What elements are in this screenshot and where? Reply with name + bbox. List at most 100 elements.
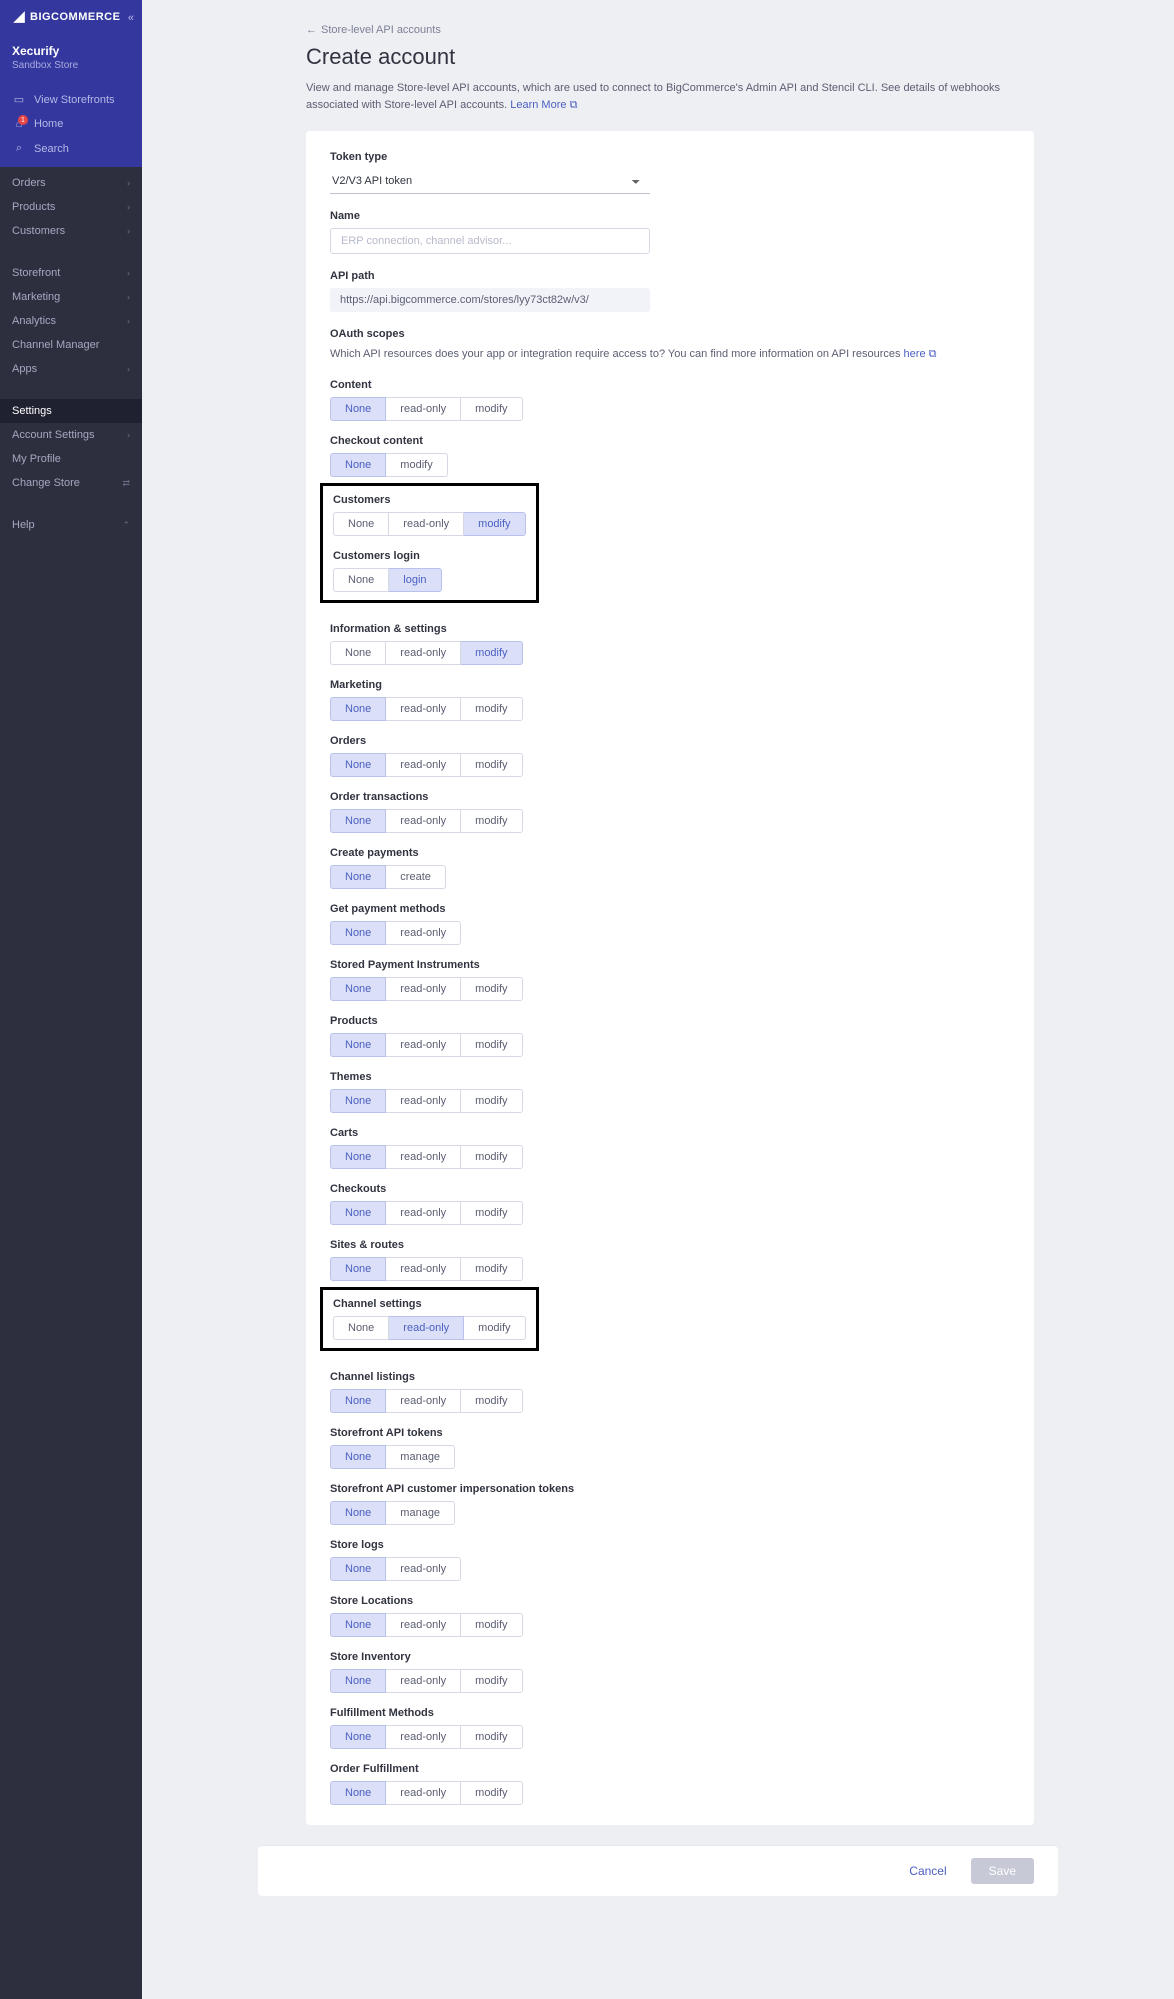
scope-option[interactable]: read-only bbox=[386, 1033, 461, 1057]
scope-option[interactable]: manage bbox=[386, 1501, 455, 1525]
scope-option[interactable]: read-only bbox=[386, 1389, 461, 1413]
search-link[interactable]: ⌕ Search bbox=[0, 136, 142, 161]
chevron-right-icon: › bbox=[127, 268, 130, 278]
nav-change-store[interactable]: Change Store⇄ bbox=[0, 471, 142, 495]
scope-option[interactable]: None bbox=[330, 1557, 386, 1581]
scope-option[interactable]: None bbox=[330, 697, 386, 721]
scope-option[interactable]: modify bbox=[461, 809, 522, 833]
scope-option[interactable]: read-only bbox=[386, 641, 461, 665]
scope-option[interactable]: create bbox=[386, 865, 446, 889]
scope-option[interactable]: read-only bbox=[386, 1669, 461, 1693]
nav-analytics[interactable]: Analytics› bbox=[0, 309, 142, 333]
scope-option[interactable]: read-only bbox=[389, 1316, 464, 1340]
scope-option[interactable]: modify bbox=[461, 1725, 522, 1749]
scope-option[interactable]: modify bbox=[461, 1201, 522, 1225]
scope-option[interactable]: None bbox=[330, 1145, 386, 1169]
scope-option[interactable]: read-only bbox=[386, 809, 461, 833]
scope-option[interactable]: read-only bbox=[386, 1613, 461, 1637]
scope-options: Noneread-onlymodify bbox=[330, 641, 1010, 665]
nav-account-settings[interactable]: Account Settings› bbox=[0, 423, 142, 447]
scope-option[interactable]: modify bbox=[461, 397, 522, 421]
scope-option[interactable]: modify bbox=[461, 697, 522, 721]
nav-orders[interactable]: Orders› bbox=[0, 171, 142, 195]
nav-channel-manager[interactable]: Channel Manager bbox=[0, 333, 142, 357]
learn-more-link[interactable]: Learn More ⧉ bbox=[510, 99, 577, 111]
nav-storefront[interactable]: Storefront› bbox=[0, 261, 142, 285]
scope-option[interactable]: modify bbox=[461, 1257, 522, 1281]
nav-my-profile[interactable]: My Profile bbox=[0, 447, 142, 471]
scope-option[interactable]: modify bbox=[461, 977, 522, 1001]
scope-option[interactable]: read-only bbox=[389, 512, 464, 536]
scope-option[interactable]: None bbox=[333, 512, 389, 536]
scope-option[interactable]: modify bbox=[461, 1089, 522, 1113]
scope-option[interactable]: manage bbox=[386, 1445, 455, 1469]
scope-option[interactable]: read-only bbox=[386, 397, 461, 421]
scope-option[interactable]: None bbox=[330, 1201, 386, 1225]
nav-help[interactable]: Help⌃ bbox=[0, 513, 142, 537]
scope-option[interactable]: modify bbox=[461, 1613, 522, 1637]
scope-option[interactable]: login bbox=[389, 568, 441, 592]
scope-option[interactable]: modify bbox=[461, 1389, 522, 1413]
save-button[interactable]: Save bbox=[971, 1858, 1034, 1884]
scope-option[interactable]: None bbox=[330, 1501, 386, 1525]
scope-option[interactable]: modify bbox=[386, 453, 447, 477]
scope-option[interactable]: modify bbox=[464, 1316, 525, 1340]
store-type: Sandbox Store bbox=[12, 60, 130, 71]
scope-option[interactable]: None bbox=[330, 977, 386, 1001]
scope-option[interactable]: None bbox=[330, 1033, 386, 1057]
scope-group: Sites & routesNoneread-onlymodify bbox=[330, 1239, 1010, 1281]
scope-option[interactable]: None bbox=[333, 568, 389, 592]
scope-option[interactable]: read-only bbox=[386, 1557, 461, 1581]
cancel-button[interactable]: Cancel bbox=[897, 1858, 958, 1884]
scope-option[interactable]: modify bbox=[461, 641, 522, 665]
breadcrumb-back[interactable]: ← Store-level API accounts bbox=[306, 24, 1034, 36]
scope-option[interactable]: None bbox=[330, 1669, 386, 1693]
scope-option[interactable]: None bbox=[333, 1316, 389, 1340]
scope-option[interactable]: read-only bbox=[386, 1257, 461, 1281]
scope-option[interactable]: read-only bbox=[386, 1089, 461, 1113]
nav-apps[interactable]: Apps› bbox=[0, 357, 142, 381]
scope-option[interactable]: read-only bbox=[386, 1725, 461, 1749]
scope-option[interactable]: None bbox=[330, 1389, 386, 1413]
scope-option[interactable]: None bbox=[330, 1725, 386, 1749]
scope-option[interactable]: None bbox=[330, 921, 386, 945]
oauth-here-link[interactable]: here ⧉ bbox=[904, 348, 937, 360]
scope-option[interactable]: None bbox=[330, 641, 386, 665]
scope-option[interactable]: read-only bbox=[386, 1145, 461, 1169]
scope-option[interactable]: None bbox=[330, 1089, 386, 1113]
scope-option[interactable]: read-only bbox=[386, 921, 461, 945]
home-link[interactable]: ⌂ 1 Home bbox=[0, 112, 142, 136]
nav-marketing[interactable]: Marketing› bbox=[0, 285, 142, 309]
scope-title: Store Locations bbox=[330, 1595, 1010, 1607]
scope-option[interactable]: None bbox=[330, 865, 386, 889]
nav-products[interactable]: Products› bbox=[0, 195, 142, 219]
scope-option[interactable]: read-only bbox=[386, 753, 461, 777]
scope-option[interactable]: modify bbox=[461, 1781, 522, 1805]
scope-option[interactable]: modify bbox=[461, 1145, 522, 1169]
scope-option[interactable]: None bbox=[330, 809, 386, 833]
scope-options: Noneread-onlymodify bbox=[330, 1257, 1010, 1281]
scope-option[interactable]: read-only bbox=[386, 1781, 461, 1805]
scope-option[interactable]: read-only bbox=[386, 697, 461, 721]
scope-option[interactable]: None bbox=[330, 1613, 386, 1637]
token-type-select[interactable]: V2/V3 API token bbox=[330, 169, 650, 194]
scope-option[interactable]: None bbox=[330, 753, 386, 777]
scope-option[interactable]: None bbox=[330, 1445, 386, 1469]
scope-option[interactable]: modify bbox=[461, 1033, 522, 1057]
nav-customers[interactable]: Customers› bbox=[0, 219, 142, 243]
scope-option[interactable]: modify bbox=[461, 753, 522, 777]
scope-options: Noneread-onlymodify bbox=[330, 1781, 1010, 1805]
scope-option[interactable]: None bbox=[330, 453, 386, 477]
scope-option[interactable]: read-only bbox=[386, 977, 461, 1001]
scope-option[interactable]: None bbox=[330, 397, 386, 421]
name-input[interactable] bbox=[330, 228, 650, 254]
scope-option[interactable]: modify bbox=[461, 1669, 522, 1693]
collapse-sidebar-icon[interactable]: « bbox=[128, 12, 134, 24]
scope-option[interactable]: None bbox=[330, 1257, 386, 1281]
scope-option[interactable]: modify bbox=[464, 512, 525, 536]
page-title: Create account bbox=[306, 44, 1034, 70]
scope-option[interactable]: read-only bbox=[386, 1201, 461, 1225]
nav-settings[interactable]: Settings bbox=[0, 399, 142, 423]
scope-option[interactable]: None bbox=[330, 1781, 386, 1805]
view-storefronts-link[interactable]: ▭ View Storefronts bbox=[0, 87, 142, 112]
